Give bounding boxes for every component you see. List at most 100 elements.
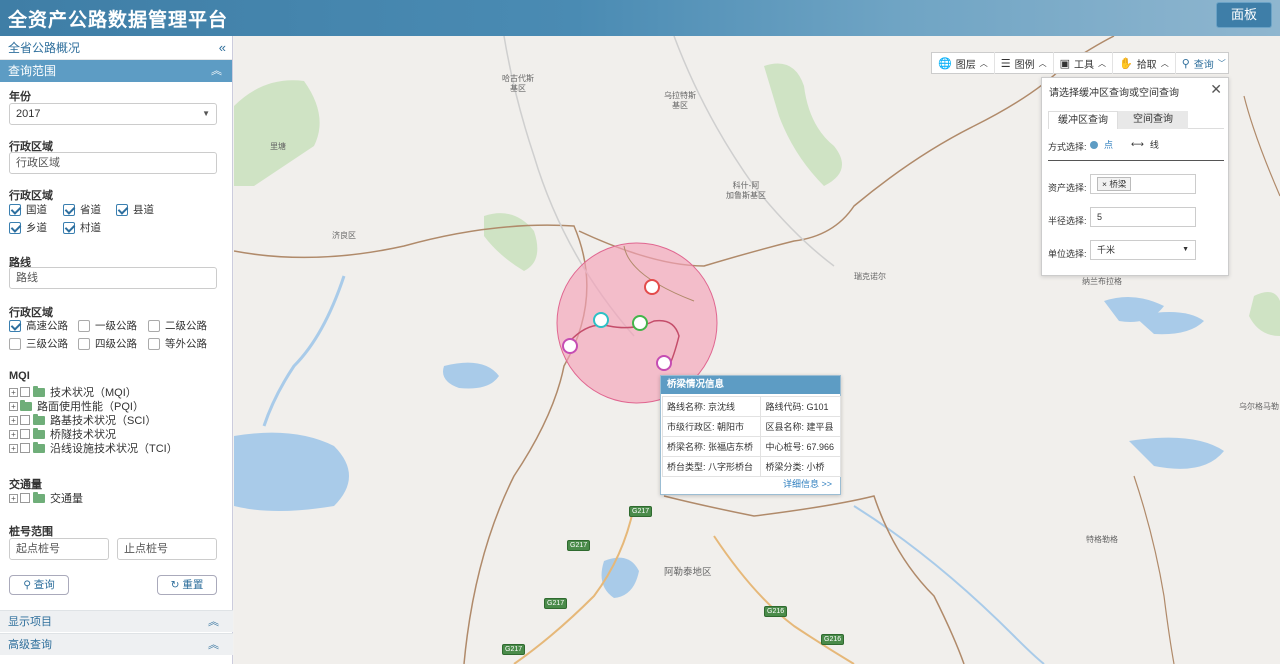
checkbox-village[interactable]: 村道 xyxy=(63,220,101,235)
toolbar-query[interactable]: ⚲ 查询 ﹀ xyxy=(1176,52,1232,74)
tree-checkbox[interactable] xyxy=(20,493,30,503)
checkbox-icon[interactable] xyxy=(78,337,90,350)
toolbar-tools[interactable]: ▣ 工具 ︿ xyxy=(1054,52,1113,74)
details-link[interactable]: 详细信息 >> xyxy=(783,477,832,490)
folder-icon xyxy=(33,441,45,453)
toolbar-label: 拾取 xyxy=(1136,59,1157,71)
checkbox-grade4[interactable]: 四级公路 xyxy=(78,336,137,351)
tree-label: 沿线设施技术状况（TCI） xyxy=(50,443,178,455)
chevron-up-icon[interactable]: ︽ xyxy=(211,60,222,82)
bridge-marker xyxy=(562,338,578,354)
tree-checkbox[interactable] xyxy=(20,387,30,397)
unit-value: 千米 xyxy=(1097,245,1116,255)
tree-checkbox[interactable] xyxy=(20,443,30,453)
unit-select[interactable]: 千米 ▼ xyxy=(1090,240,1196,260)
map-label: 特格勒格 xyxy=(1086,535,1118,544)
expand-icon[interactable]: + xyxy=(9,443,18,453)
map-toolbar: 🌐 图层 ︿ ☰ 图例 ︿ ▣ 工具 ︿ ✋ 拾取 ︿ ⚲ 查询 ﹀ xyxy=(931,52,1229,74)
folder-icon xyxy=(20,399,32,411)
checkbox-label: 村道 xyxy=(80,222,101,234)
checkbox-provincial[interactable]: 省道 xyxy=(63,202,101,217)
checkbox-grade3[interactable]: 三级公路 xyxy=(9,336,68,351)
checkbox-label: 三级公路 xyxy=(26,338,68,350)
tree-item-traffic[interactable]: + 交通量 xyxy=(9,490,83,506)
checkbox-icon[interactable] xyxy=(63,203,75,216)
checkbox-label: 高速公路 xyxy=(26,320,68,332)
point-mode-icon[interactable] xyxy=(1090,140,1098,149)
mode-line-label[interactable]: 线 xyxy=(1150,138,1159,151)
popup-title: 桥梁情况信息 xyxy=(661,376,840,394)
query-tabs: 缓冲区查询 空间查询 xyxy=(1048,111,1224,129)
expand-icon[interactable]: + xyxy=(9,401,18,411)
map-lake xyxy=(1129,437,1224,469)
panel-button[interactable]: 面板 xyxy=(1216,2,1272,28)
map-label: 阿勒泰地区 xyxy=(664,567,712,578)
checkbox-icon[interactable] xyxy=(9,203,21,216)
expand-icon[interactable]: + xyxy=(9,387,18,397)
checkbox-substandard[interactable]: 等外公路 xyxy=(148,336,207,351)
checkbox-label: 一级公路 xyxy=(95,320,137,332)
toolbox-icon: ▣ xyxy=(1059,57,1070,70)
checkbox-grade1[interactable]: 一级公路 xyxy=(78,318,137,333)
tab-buffer-query[interactable]: 缓冲区查询 xyxy=(1048,111,1118,129)
app-header: 全资产公路数据管理平台 面板 xyxy=(0,0,1280,36)
tree-checkbox[interactable] xyxy=(20,415,30,425)
app-title: 全资产公路数据管理平台 xyxy=(8,10,229,31)
collapse-sidebar-icon[interactable]: « xyxy=(219,36,226,60)
display-items-section[interactable]: 显示项目 ︽ xyxy=(0,610,233,632)
checkbox-icon[interactable] xyxy=(9,337,21,350)
checkbox-county[interactable]: 县道 xyxy=(116,202,154,217)
stake-end-input[interactable]: 止点桩号 xyxy=(117,538,217,560)
stake-start-input[interactable]: 起点桩号 xyxy=(9,538,109,560)
map-label: 瑞克诺尔 xyxy=(854,272,886,281)
table-cell: 中心桩号: 67.966 xyxy=(760,436,841,457)
map-label: 济良区 xyxy=(332,231,356,240)
checkbox-label: 省道 xyxy=(80,204,101,216)
query-range-section[interactable]: 查询范围 ︽ xyxy=(0,60,232,82)
line-mode-icon[interactable]: ⟷ xyxy=(1131,139,1144,150)
chevron-up-icon[interactable]: ︽ xyxy=(208,611,219,633)
toolbar-label: 查询 xyxy=(1193,59,1214,71)
radius-input[interactable]: 5 xyxy=(1090,207,1196,227)
chevron-up-icon[interactable]: ︽ xyxy=(208,634,219,656)
year-select[interactable]: 2017 ▼ xyxy=(9,103,217,125)
asset-tag[interactable]: × 桥梁 xyxy=(1097,177,1132,191)
advanced-query-section[interactable]: 高级查询 ︽ xyxy=(0,633,233,655)
map-label: 纳兰布拉格 xyxy=(1082,277,1122,286)
table-cell: 区县名称: 建平县 xyxy=(760,416,841,437)
list-icon: ☰ xyxy=(1000,57,1011,70)
checkbox-icon[interactable] xyxy=(148,319,160,332)
checkbox-expressway[interactable]: 高速公路 xyxy=(9,318,68,333)
tree-item-tci[interactable]: + 沿线设施技术状况（TCI） xyxy=(9,440,178,456)
toolbar-legend[interactable]: ☰ 图例 ︿ xyxy=(995,52,1054,74)
checkbox-icon[interactable] xyxy=(9,221,21,234)
checkbox-icon[interactable] xyxy=(148,337,160,350)
checkbox-icon[interactable] xyxy=(116,203,128,216)
chevron-up-icon: ︿ xyxy=(1038,58,1047,68)
query-button[interactable]: ⚲ 查询 xyxy=(9,575,69,595)
mode-point-label[interactable]: 点 xyxy=(1104,138,1113,151)
map-boundary xyxy=(1133,475,1175,664)
toolbar-pick[interactable]: ✋ 拾取 ︿ xyxy=(1113,52,1176,74)
expand-icon[interactable]: + xyxy=(9,493,18,503)
checkbox-icon[interactable] xyxy=(9,319,21,332)
route-input[interactable]: 路线 xyxy=(9,267,217,289)
tree-checkbox[interactable] xyxy=(20,429,30,439)
toolbar-layers[interactable]: 🌐 图层 ︿ xyxy=(932,52,995,74)
close-icon[interactable]: ✕ xyxy=(1210,81,1222,98)
map-label: 科什-阿 加鲁斯基区 xyxy=(726,181,766,200)
expand-icon[interactable]: + xyxy=(9,415,18,425)
tab-spatial-query[interactable]: 空间查询 xyxy=(1118,111,1188,129)
expand-icon[interactable]: + xyxy=(9,429,18,439)
admin-area-input[interactable]: 行政区域 xyxy=(9,152,217,174)
asset-select[interactable]: × 桥梁 xyxy=(1090,174,1196,194)
checkbox-icon[interactable] xyxy=(63,221,75,234)
table-row: 桥梁名称: 张福店东桥 中心桩号: 67.966 xyxy=(661,436,841,457)
folder-icon xyxy=(33,491,45,503)
checkbox-township[interactable]: 乡道 xyxy=(9,220,47,235)
checkbox-grade2[interactable]: 二级公路 xyxy=(148,318,207,333)
checkbox-national[interactable]: 国道 xyxy=(9,202,47,217)
reset-button[interactable]: ↻ 重置 xyxy=(157,575,217,595)
checkbox-icon[interactable] xyxy=(78,319,90,332)
road-shield: G217 xyxy=(544,598,568,609)
